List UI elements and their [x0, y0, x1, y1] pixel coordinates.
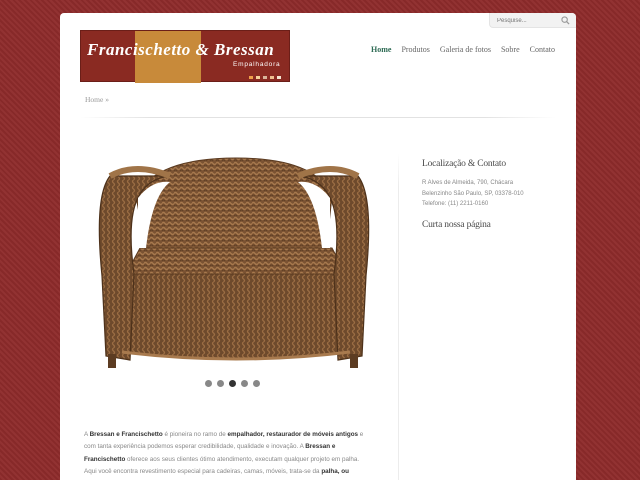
- intro-line: Francischetto oferece aos seus clientes …: [84, 455, 360, 463]
- address-line-1: R Alves de Almeida, 790, Chácara: [422, 180, 514, 186]
- company-name: Bressan e Francischetto: [89, 431, 163, 438]
- sidebar-divider: [398, 153, 399, 480]
- wicker-chair-image: [98, 157, 370, 368]
- slider-dots: [205, 380, 260, 387]
- intro-line: Aqui você encontra revestimento especial…: [84, 468, 349, 476]
- address-line-2: Belenzinho São Paulo, SP, 03378-010: [422, 190, 524, 197]
- logo-dot: [256, 76, 260, 79]
- logo-dot: [270, 76, 274, 79]
- header-divider: [80, 117, 556, 118]
- breadcrumb-home[interactable]: Home: [85, 95, 103, 104]
- main-nav: Home Produtos Galeria de fotos Sobre Con…: [371, 45, 555, 54]
- service-highlight: empalhador, restaurador de móveis antigo…: [227, 431, 359, 438]
- nav-item-home[interactable]: Home: [371, 45, 391, 54]
- image-slider[interactable]: [96, 156, 370, 372]
- material-highlight: palha, ou: [321, 468, 349, 476]
- nav-item-sobre[interactable]: Sobre: [501, 45, 520, 54]
- nav-item-contato[interactable]: Contato: [530, 45, 555, 54]
- location-title: Localização & Contato: [422, 159, 506, 169]
- phone-number: Telefone: (11) 2211-0160: [422, 201, 489, 207]
- slider-dot[interactable]: [241, 380, 248, 387]
- nav-item-galeria[interactable]: Galeria de fotos: [440, 45, 491, 54]
- logo-dots: [249, 76, 281, 79]
- breadcrumb: Home »: [85, 95, 109, 104]
- logo-subtitle: Empalhadora: [233, 61, 281, 68]
- logo-dot: [263, 76, 267, 79]
- slider-dot[interactable]: [229, 380, 236, 387]
- search-icon[interactable]: [561, 16, 570, 25]
- search-input[interactable]: [497, 15, 561, 26]
- breadcrumb-separator: »: [105, 95, 109, 104]
- company-name: Francischetto: [84, 455, 126, 463]
- sidebar: Localização & Contato R Alves de Almeida…: [422, 159, 562, 239]
- intro-text: A Bressan e Francischetto é pioneira no …: [84, 429, 378, 479]
- company-name: Bressan e: [305, 443, 336, 451]
- intro-line: com tanta experiência podemos esperar cr…: [84, 443, 336, 451]
- logo-dot: [249, 76, 253, 79]
- search-box[interactable]: [489, 13, 576, 28]
- logo-dot: [277, 76, 281, 79]
- slider-dot[interactable]: [253, 380, 260, 387]
- nav-item-produtos[interactable]: Produtos: [401, 45, 429, 54]
- logo-title: Francischetto & Bressan: [87, 40, 275, 59]
- page-container: Francischetto & Bressan Empalhadora Home…: [60, 13, 576, 480]
- site-logo[interactable]: Francischetto & Bressan Empalhadora: [80, 30, 290, 83]
- slider-dot[interactable]: [205, 380, 212, 387]
- slider-dot[interactable]: [217, 380, 224, 387]
- intro-line: A Bressan e Francischetto é pioneira no …: [84, 431, 364, 438]
- like-page-title: Curta nossa página: [422, 219, 491, 230]
